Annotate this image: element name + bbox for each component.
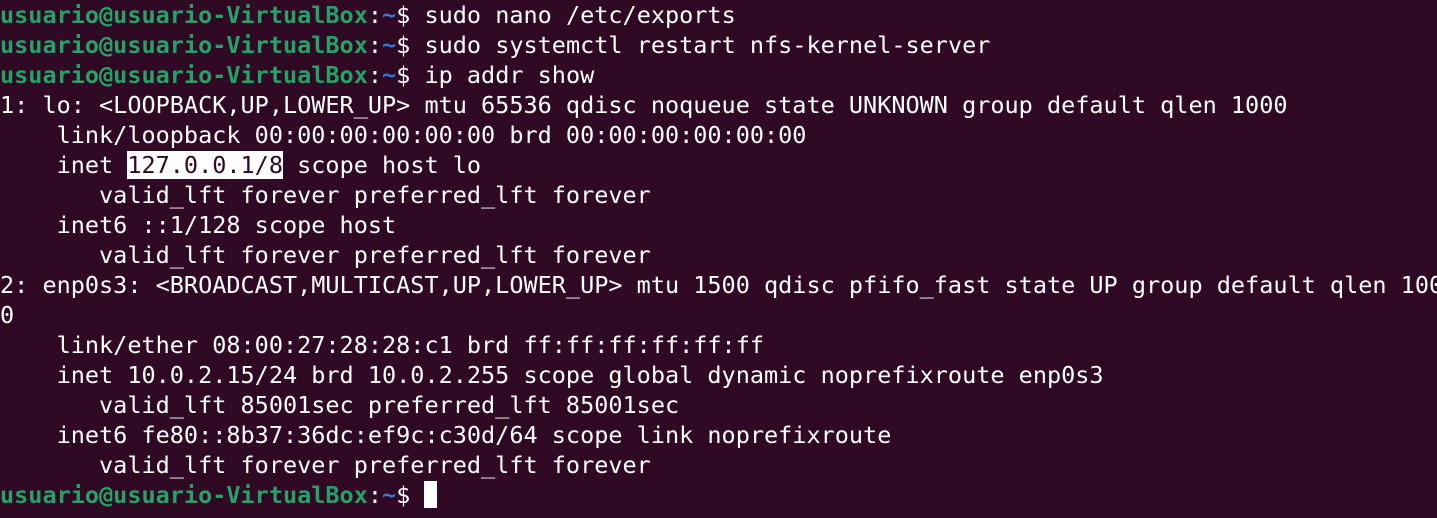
command-text: sudo nano /etc/exports <box>424 1 736 29</box>
output-prefix: inet <box>0 151 128 179</box>
output-line: inet 10.0.2.15/24 brd 10.0.2.255 scope g… <box>0 361 1104 389</box>
prompt-user-host: usuario@usuario-VirtualBox <box>0 1 368 29</box>
output-line: inet6 ::1/128 scope host <box>0 211 397 239</box>
prompt-colon: : <box>367 481 383 509</box>
output-line: inet6 fe80::8b37:36dc:ef9c:c30d/64 scope… <box>0 421 892 449</box>
output-line: link/ether 08:00:27:28:28:c1 brd ff:ff:f… <box>0 331 765 359</box>
prompt-colon: : <box>367 1 383 29</box>
command-line-active[interactable]: usuario@usuario-VirtualBox:~$ <box>0 480 1437 510</box>
output-line: valid_lft forever preferred_lft forever <box>0 181 651 209</box>
prompt-user-host: usuario@usuario-VirtualBox <box>0 31 368 59</box>
text-cursor <box>424 481 438 508</box>
prompt-user-host: usuario@usuario-VirtualBox <box>0 61 368 89</box>
command-line-1: usuario@usuario-VirtualBox:~$ sudo nano … <box>0 0 1437 30</box>
prompt-symbol: $ <box>396 31 425 59</box>
prompt-symbol: $ <box>396 1 425 29</box>
command-text: sudo systemctl restart nfs-kernel-server <box>424 31 991 59</box>
output-line: valid_lft 85001sec preferred_lft 85001se… <box>0 391 680 419</box>
output-line: link/loopback 00:00:00:00:00:00 brd 00:0… <box>0 121 807 149</box>
prompt-path: ~ <box>382 481 397 509</box>
output-line: valid_lft forever preferred_lft forever <box>0 451 651 479</box>
output-line: valid_lft forever preferred_lft forever <box>0 241 651 269</box>
command-line-2: usuario@usuario-VirtualBox:~$ sudo syste… <box>0 30 1437 60</box>
command-text: ip addr show <box>424 61 595 89</box>
command-line-3: usuario@usuario-VirtualBox:~$ ip addr sh… <box>0 60 1437 90</box>
prompt-symbol: $ <box>396 61 425 89</box>
selected-text-highlight[interactable]: 127.0.0.1/8 <box>127 151 283 179</box>
prompt-path: ~ <box>382 1 397 29</box>
prompt-colon: : <box>367 31 383 59</box>
terminal-window[interactable]: usuario@usuario-VirtualBox:~$ sudo nano … <box>0 0 1437 518</box>
prompt-symbol: $ <box>396 481 425 509</box>
prompt-user-host: usuario@usuario-VirtualBox <box>0 481 368 509</box>
output-line: 2: enp0s3: <BROADCAST,MULTICAST,UP,LOWER… <box>0 271 1437 299</box>
output-line: inet 127.0.0.1/8 scope host lo <box>0 150 1437 180</box>
prompt-path: ~ <box>382 31 397 59</box>
output-line: 1: lo: <LOOPBACK,UP,LOWER_UP> mtu 65536 … <box>0 91 1288 119</box>
prompt-colon: : <box>367 61 383 89</box>
output-line: 0 <box>0 301 15 329</box>
prompt-path: ~ <box>382 61 397 89</box>
output-suffix: scope host lo <box>282 151 482 179</box>
